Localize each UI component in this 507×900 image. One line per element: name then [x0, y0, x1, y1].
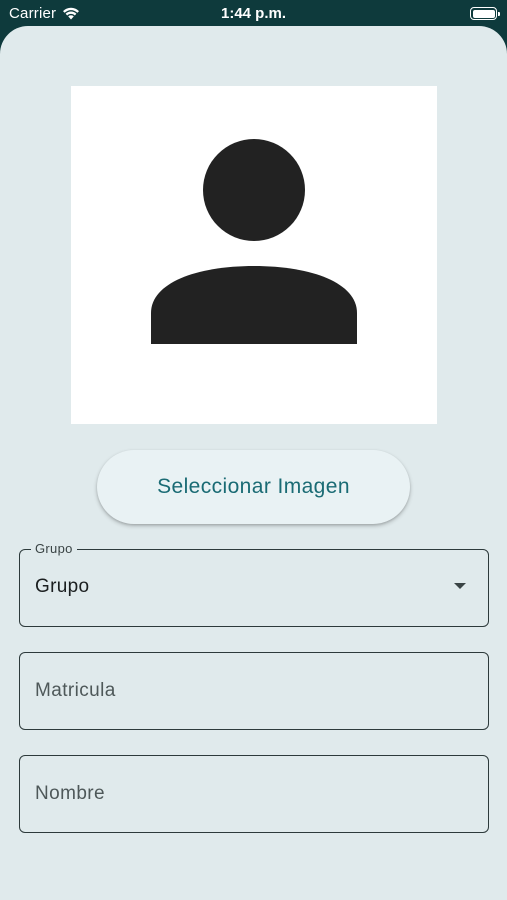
status-bar: Carrier 1:44 p.m. — [0, 0, 507, 28]
status-time: 1:44 p.m. — [220, 5, 287, 22]
person-icon — [151, 139, 357, 344]
select-image-button[interactable]: Seleccionar Imagen — [97, 450, 410, 524]
dropdown-arrow-icon[interactable] — [454, 583, 466, 589]
grupo-dropdown[interactable]: Grupo Grupo — [19, 541, 489, 627]
nombre-input[interactable] — [20, 756, 488, 832]
avatar-preview — [71, 86, 437, 424]
battery-icon — [470, 7, 500, 20]
grupo-selected-value: Grupo — [35, 576, 90, 597]
nombre-field-container — [19, 755, 489, 833]
form-sheet: Seleccionar Imagen Grupo Grupo — [0, 26, 507, 900]
matricula-input[interactable] — [20, 653, 488, 729]
grupo-label: Grupo — [31, 541, 77, 556]
battery-level — [472, 9, 495, 18]
matricula-field-container — [19, 652, 489, 730]
